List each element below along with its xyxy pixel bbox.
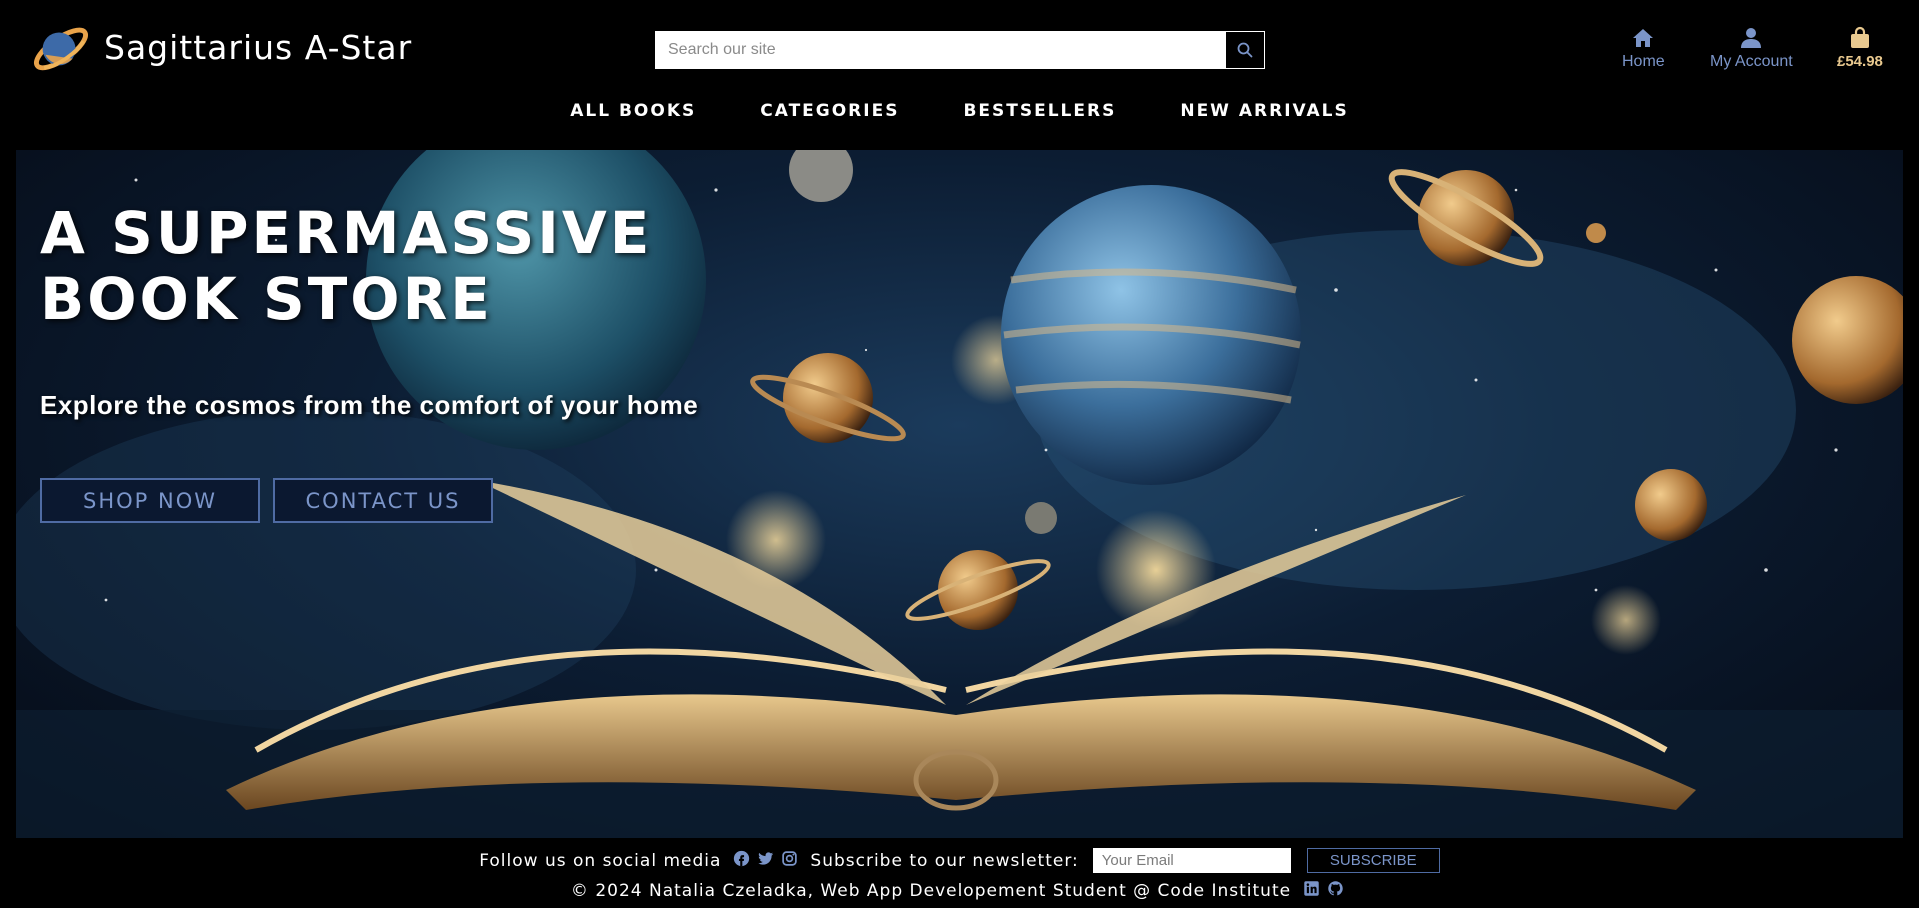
linkedin-icon bbox=[1304, 881, 1319, 896]
search-input[interactable] bbox=[655, 31, 1225, 69]
instagram-link[interactable] bbox=[781, 850, 798, 871]
my-account-link[interactable]: My Account bbox=[1710, 26, 1793, 71]
github-icon bbox=[1328, 881, 1343, 896]
home-label: Home bbox=[1622, 53, 1665, 70]
instagram-icon bbox=[782, 851, 798, 866]
search-button[interactable] bbox=[1225, 31, 1265, 69]
hero-title-line2: BOOK STORE bbox=[40, 265, 493, 333]
shopping-bag-icon bbox=[1850, 26, 1869, 48]
nav-bestsellers[interactable]: BESTSELLERS bbox=[963, 101, 1116, 121]
main-nav: ALL BOOKS CATEGORIES BESTSELLERS NEW ARR… bbox=[0, 101, 1919, 121]
shop-now-button[interactable]: SHOP NOW bbox=[40, 478, 260, 523]
brand-logo-link[interactable]: Sagittarius A-Star bbox=[30, 16, 412, 78]
social-icons bbox=[733, 850, 798, 871]
copyright-text: © 2024 Natalia Czeladka, Web App Develop… bbox=[570, 880, 1292, 901]
linkedin-link[interactable] bbox=[1303, 880, 1320, 901]
nav-all-books[interactable]: ALL BOOKS bbox=[570, 101, 696, 121]
facebook-icon bbox=[734, 850, 750, 867]
subscribe-button[interactable]: SUBSCRIBE bbox=[1306, 848, 1440, 873]
brand-name: Sagittarius A-Star bbox=[104, 27, 413, 67]
twitter-icon bbox=[758, 852, 774, 865]
facebook-link[interactable] bbox=[733, 850, 750, 871]
shopping-bag-link[interactable]: £54.98 bbox=[1837, 26, 1883, 70]
search-form bbox=[655, 31, 1265, 69]
hero-subtitle: Explore the cosmos from the comfort of y… bbox=[40, 390, 699, 420]
hero-banner: A SUPERMASSIVE BOOK STORE Explore the co… bbox=[16, 150, 1903, 838]
hero-title: A SUPERMASSIVE BOOK STORE bbox=[40, 200, 652, 332]
home-icon bbox=[1633, 29, 1654, 47]
bag-total: £54.98 bbox=[1837, 53, 1883, 70]
footer-social-newsletter-row: Follow us on social media Subscribe to o… bbox=[0, 848, 1919, 873]
github-link[interactable] bbox=[1327, 880, 1344, 901]
nav-categories[interactable]: CATEGORIES bbox=[760, 101, 899, 121]
site-header: Sagittarius A-Star Home My Account £54.9… bbox=[0, 0, 1919, 150]
my-account-label: My Account bbox=[1710, 53, 1793, 70]
nav-new-arrivals[interactable]: NEW ARRIVALS bbox=[1180, 101, 1348, 121]
follow-text: Follow us on social media bbox=[479, 850, 722, 871]
hero-title-line1: A SUPERMASSIVE bbox=[40, 199, 653, 267]
developer-icons bbox=[1303, 880, 1344, 901]
search-icon bbox=[1237, 42, 1253, 58]
twitter-link[interactable] bbox=[757, 850, 774, 871]
footer-copyright-row: © 2024 Natalia Czeladka, Web App Develop… bbox=[0, 880, 1919, 901]
contact-us-button[interactable]: CONTACT US bbox=[273, 478, 493, 523]
user-icon bbox=[1741, 28, 1762, 48]
site-footer: Follow us on social media Subscribe to o… bbox=[0, 838, 1919, 908]
home-link[interactable]: Home bbox=[1622, 26, 1665, 71]
planet-logo-icon bbox=[33, 27, 89, 71]
newsletter-email-input[interactable] bbox=[1092, 848, 1291, 873]
subscribe-text: Subscribe to our newsletter: bbox=[810, 850, 1079, 871]
